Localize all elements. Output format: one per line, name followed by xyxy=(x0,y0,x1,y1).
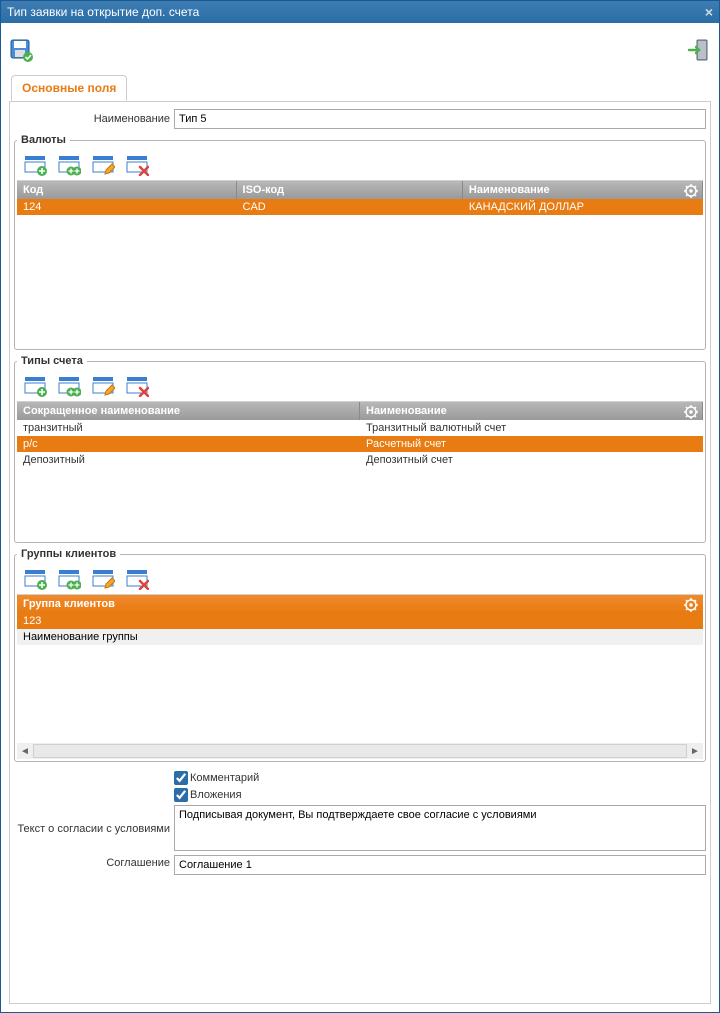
cell-code: 124 xyxy=(17,199,237,215)
currencies-add-multi-button[interactable] xyxy=(57,152,81,176)
client-groups-grid-body[interactable]: 123 Наименование группы xyxy=(17,613,703,743)
name-field-row: Наименование xyxy=(14,109,706,129)
client-groups-col-group[interactable]: Группа клиентов xyxy=(17,595,703,613)
currencies-legend: Валюты xyxy=(17,134,70,146)
spacer xyxy=(14,777,174,779)
account-types-add-multi-button[interactable] xyxy=(57,373,81,397)
currencies-col-iso[interactable]: ISO-код xyxy=(237,181,463,199)
account-types-edit-button[interactable] xyxy=(91,373,115,397)
cell-name: Депозитный счет xyxy=(360,452,703,468)
save-button[interactable] xyxy=(9,38,33,62)
table-row[interactable]: Наименование группы xyxy=(17,629,703,645)
window-title: Тип заявки на открытие доп. счета xyxy=(7,5,199,19)
account-types-add-button[interactable] xyxy=(23,373,47,397)
gear-icon[interactable] xyxy=(683,404,699,420)
bottom-form: Комментарий Вложения Текст о согласии с … xyxy=(14,768,706,879)
table-row[interactable]: 124 CAD КАНАДСКИЙ ДОЛЛАР xyxy=(17,199,703,215)
client-groups-legend: Группы клиентов xyxy=(17,548,120,560)
cell-short: транзитный xyxy=(17,420,360,436)
client-groups-add-button[interactable] xyxy=(23,566,47,590)
scroll-right-icon[interactable]: ► xyxy=(687,746,703,757)
comment-checkbox[interactable] xyxy=(174,771,188,785)
agreement-input[interactable] xyxy=(174,855,706,875)
name-label: Наименование xyxy=(14,113,174,125)
table-row[interactable]: Депозитный Депозитный счет xyxy=(17,452,703,468)
gear-icon[interactable] xyxy=(683,183,699,199)
scroll-left-icon[interactable]: ◄ xyxy=(17,746,33,757)
gear-icon[interactable] xyxy=(683,597,699,613)
consent-label: Текст о согласии с условиями xyxy=(14,821,174,835)
client-groups-grid: Группа клиентов 123 Наименование группы xyxy=(17,594,703,759)
table-row[interactable]: транзитный Транзитный валютный счет xyxy=(17,420,703,436)
attachments-checkbox[interactable] xyxy=(174,788,188,802)
cell-name: Транзитный валютный счет xyxy=(360,420,703,436)
account-types-col-name[interactable]: Наименование xyxy=(360,402,703,420)
client-groups-edit-button[interactable] xyxy=(91,566,115,590)
horizontal-scrollbar[interactable]: ◄ ► xyxy=(17,743,703,759)
comment-checkbox-label: Комментарий xyxy=(190,772,259,784)
account-types-toolbar xyxy=(17,371,703,401)
client-groups-delete-button[interactable] xyxy=(125,566,149,590)
tab-main[interactable]: Основные поля xyxy=(11,75,127,101)
tab-panel-main: Наименование Валюты xyxy=(9,101,711,1004)
account-types-delete-button[interactable] xyxy=(125,373,149,397)
account-types-grid-body[interactable]: транзитный Транзитный валютный счет р/с … xyxy=(17,420,703,540)
currencies-grid-body[interactable]: 124 CAD КАНАДСКИЙ ДОЛЛАР xyxy=(17,199,703,347)
table-row[interactable]: 123 xyxy=(17,613,703,629)
client-groups-group: Группы клиентов xyxy=(14,548,706,762)
account-types-grid-header: Сокращенное наименование Наименование xyxy=(17,402,703,420)
exit-button[interactable] xyxy=(687,38,711,62)
currencies-delete-button[interactable] xyxy=(125,152,149,176)
cell-iso: CAD xyxy=(237,199,463,215)
main-toolbar xyxy=(1,23,719,71)
titlebar: Тип заявки на открытие доп. счета × xyxy=(1,1,719,23)
cell-group: 123 xyxy=(17,613,703,629)
agreement-field-row: Соглашение xyxy=(14,855,706,875)
cell-name: КАНАДСКИЙ ДОЛЛАР xyxy=(463,199,703,215)
account-types-grid: Сокращенное наименование Наименование тр… xyxy=(17,401,703,540)
account-types-legend: Типы счета xyxy=(17,355,87,367)
consent-field-row: Текст о согласии с условиями xyxy=(14,805,706,851)
currencies-add-button[interactable] xyxy=(23,152,47,176)
account-types-group: Типы счета xyxy=(14,355,706,543)
tabs: Основные поля xyxy=(9,75,711,102)
agreement-label: Соглашение xyxy=(14,855,174,869)
currencies-grid-header: Код ISO-код Наименование xyxy=(17,181,703,199)
currencies-group: Валюты Код xyxy=(14,134,706,350)
comment-checkbox-row: Комментарий xyxy=(14,771,706,785)
cell-group: Наименование группы xyxy=(17,629,703,645)
cell-short: р/с xyxy=(17,436,360,452)
spacer xyxy=(14,794,174,796)
attachments-checkbox-label: Вложения xyxy=(190,789,242,801)
client-groups-grid-header: Группа клиентов xyxy=(17,595,703,613)
currencies-grid: Код ISO-код Наименование 124 CAD КАНАДСК… xyxy=(17,180,703,347)
currencies-toolbar xyxy=(17,150,703,180)
client-groups-add-multi-button[interactable] xyxy=(57,566,81,590)
cell-name: Расчетный счет xyxy=(360,436,703,452)
currencies-col-code[interactable]: Код xyxy=(17,181,237,199)
currencies-col-name[interactable]: Наименование xyxy=(463,181,703,199)
attachments-checkbox-row: Вложения xyxy=(14,788,706,802)
dialog-window: Тип заявки на открытие доп. счета × Осно… xyxy=(0,0,720,1013)
currencies-edit-button[interactable] xyxy=(91,152,115,176)
cell-short: Депозитный xyxy=(17,452,360,468)
close-icon[interactable]: × xyxy=(705,4,713,20)
scroll-track[interactable] xyxy=(33,744,687,758)
account-types-col-short[interactable]: Сокращенное наименование xyxy=(17,402,360,420)
table-row[interactable]: р/с Расчетный счет xyxy=(17,436,703,452)
consent-textarea[interactable] xyxy=(174,805,706,851)
client-groups-toolbar xyxy=(17,564,703,594)
content-area: Основные поля Наименование Валюты xyxy=(1,71,719,1012)
name-input[interactable] xyxy=(174,109,706,129)
